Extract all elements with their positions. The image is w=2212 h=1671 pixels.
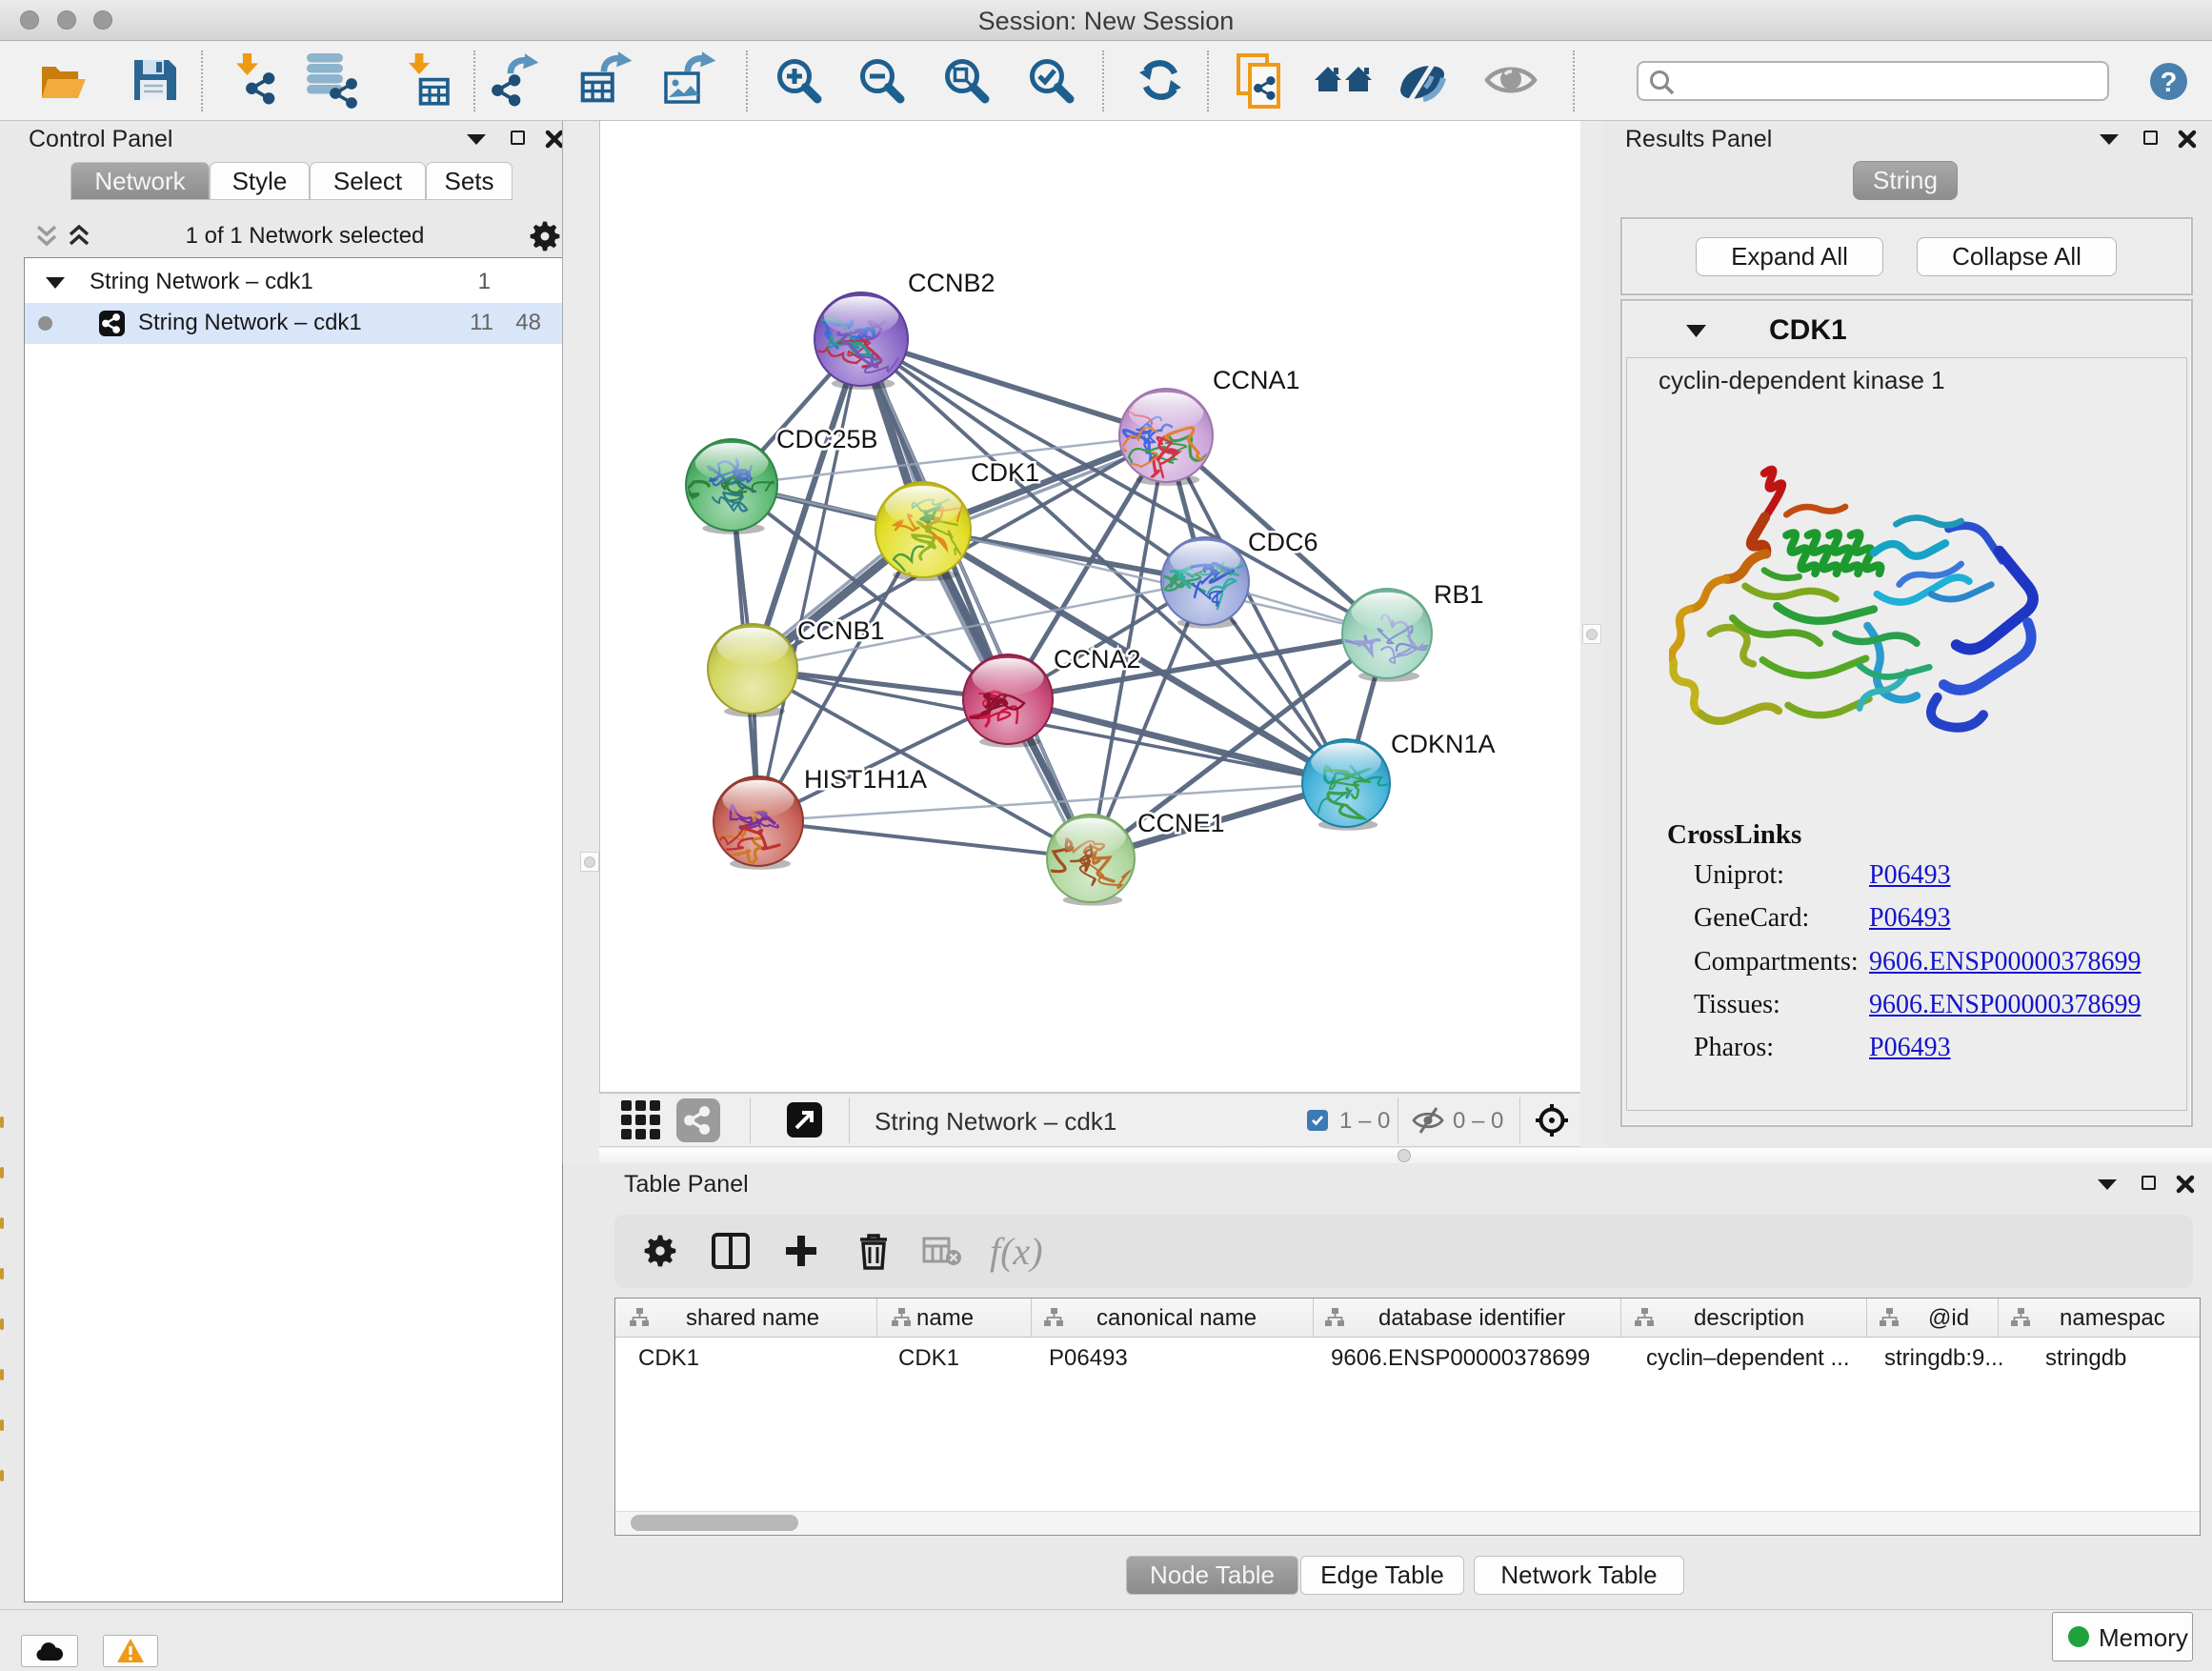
- svg-text:CCNB1: CCNB1: [797, 616, 885, 645]
- svg-text:CDC25B: CDC25B: [776, 425, 878, 453]
- svg-text:CCNA2: CCNA2: [1054, 645, 1141, 674]
- svg-text:CDC6: CDC6: [1248, 528, 1318, 556]
- svg-text:CCNE1: CCNE1: [1137, 809, 1225, 837]
- svg-text:RB1: RB1: [1434, 580, 1484, 609]
- svg-text:CDK1: CDK1: [971, 458, 1039, 487]
- svg-text:CCNA1: CCNA1: [1213, 366, 1300, 394]
- svg-text:CDKN1A: CDKN1A: [1391, 730, 1496, 758]
- svg-text:HIST1H1A: HIST1H1A: [804, 765, 927, 794]
- svg-text:CCNB2: CCNB2: [908, 269, 995, 297]
